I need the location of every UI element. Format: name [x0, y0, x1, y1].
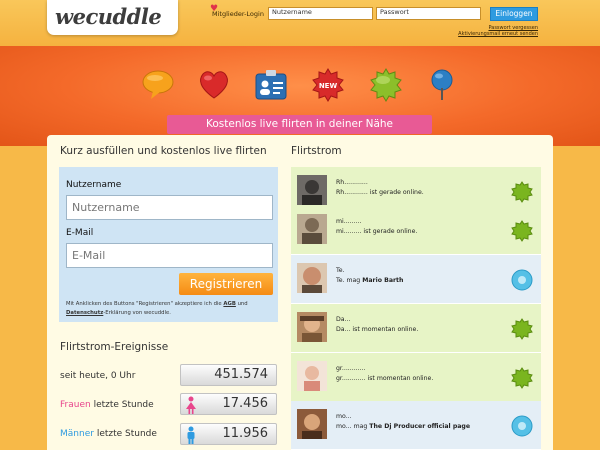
like-badge-icon: [511, 415, 533, 437]
feed-item[interactable]: Da... Da... ist momentan online.: [291, 304, 541, 353]
avatar[interactable]: [297, 312, 327, 342]
terms-note-suffix: -Erklärung von wecuddle.: [103, 310, 171, 316]
feed-item-name[interactable]: Da...: [336, 316, 350, 323]
since-today-value: 451.574: [214, 367, 268, 382]
feed-item[interactable]: Te. Te. mag Mario Barth: [291, 255, 541, 304]
terms-note-prefix: Mit Anklicken des Buttons "Registrieren"…: [66, 301, 222, 307]
avatar[interactable]: [297, 214, 327, 244]
feed-title: Flirtstrom: [291, 145, 342, 157]
new-badge-icon[interactable]: NEW: [311, 68, 345, 102]
feed-item[interactable]: mo... mo... mag The Dj Producer official…: [291, 401, 541, 450]
feed-item-name[interactable]: gr............: [336, 365, 366, 372]
female-icon: [186, 396, 196, 414]
map-pin-icon[interactable]: [425, 68, 459, 102]
register-title: Kurz ausfüllen und kostenlos live flirte…: [60, 145, 267, 157]
women-counter: 17.456: [180, 393, 277, 415]
avatar[interactable]: [297, 263, 327, 293]
avatar[interactable]: [297, 361, 327, 391]
feed-item[interactable]: gr............ gr............ ist moment…: [291, 353, 541, 402]
men-counter: 11.956: [180, 423, 277, 445]
username-label: Nutzername: [66, 180, 122, 190]
feed-item-text: Rh............ ist gerade online.: [336, 189, 424, 196]
feed-item[interactable]: mi......... mi......... ist gerade onlin…: [291, 206, 541, 255]
feed-item-text: gr............ ist momentan online.: [336, 375, 434, 382]
feed-item-text: Da... ist momentan online.: [336, 326, 419, 333]
feed-item-text: mo... mag The Dj Producer official page: [336, 423, 471, 430]
email-label: E-Mail: [66, 228, 94, 238]
women-word: Frauen: [60, 400, 91, 410]
email-input[interactable]: E-Mail: [66, 243, 273, 268]
online-badge-icon: [511, 367, 533, 389]
women-rest: letzte Stunde: [93, 400, 154, 410]
since-today-label: seit heute, 0 Uhr: [60, 371, 136, 381]
online-badge-icon: [511, 220, 533, 242]
green-star-icon[interactable]: [369, 68, 403, 102]
login-label: Mitglieder-Login: [212, 10, 264, 18]
logo-text: wecuddle: [55, 4, 162, 29]
privacy-link[interactable]: Datenschutz: [66, 310, 103, 316]
resend-activation-link[interactable]: Aktivierungsmail erneut senden: [458, 31, 538, 37]
men-value: 11.956: [222, 426, 269, 441]
slogan-banner: Kostenlos live flirten in deiner Nähe: [167, 115, 432, 134]
speech-bubble-icon[interactable]: [141, 68, 175, 102]
feed-item-text: Te. mag Mario Barth: [336, 277, 404, 284]
stats-title: Flirtstrom-Ereignisse: [60, 341, 169, 353]
since-today-counter: 451.574: [180, 364, 277, 386]
feed-item-name[interactable]: Te.: [336, 267, 345, 274]
women-value: 17.456: [222, 396, 269, 411]
feed-item-name[interactable]: mi.........: [336, 218, 361, 225]
online-badge-icon: [511, 318, 533, 340]
women-label: Frauen letzte Stunde: [60, 400, 154, 410]
men-rest: letzte Stunde: [96, 429, 157, 439]
login-button[interactable]: Einloggen: [490, 7, 538, 21]
men-label: Männer letzte Stunde: [60, 429, 157, 439]
id-card-icon[interactable]: [254, 68, 288, 102]
agb-link[interactable]: AGB: [223, 301, 236, 307]
avatar[interactable]: [297, 409, 327, 439]
terms-note: Mit Anklicken des Buttons "Registrieren"…: [66, 300, 273, 318]
heart-icon[interactable]: [197, 68, 231, 102]
feed-item-text: mi......... ist gerade online.: [336, 228, 418, 235]
like-badge-icon: [511, 269, 533, 291]
svg-text:NEW: NEW: [319, 82, 338, 90]
male-icon: [187, 426, 195, 444]
avatar[interactable]: [297, 175, 327, 205]
feed-item-name[interactable]: Rh............: [336, 179, 368, 186]
men-word: Männer: [60, 429, 94, 439]
register-button[interactable]: Registrieren: [179, 273, 273, 295]
terms-note-and: und: [237, 301, 248, 307]
username-input[interactable]: Nutzername: [66, 195, 273, 220]
feed-item-name[interactable]: mo...: [336, 413, 352, 420]
password-login-input[interactable]: Passwort: [376, 7, 481, 20]
username-login-input[interactable]: Nutzername: [268, 7, 373, 20]
online-badge-icon: [511, 181, 533, 203]
logo[interactable]: wecuddle ♥: [47, 0, 218, 35]
